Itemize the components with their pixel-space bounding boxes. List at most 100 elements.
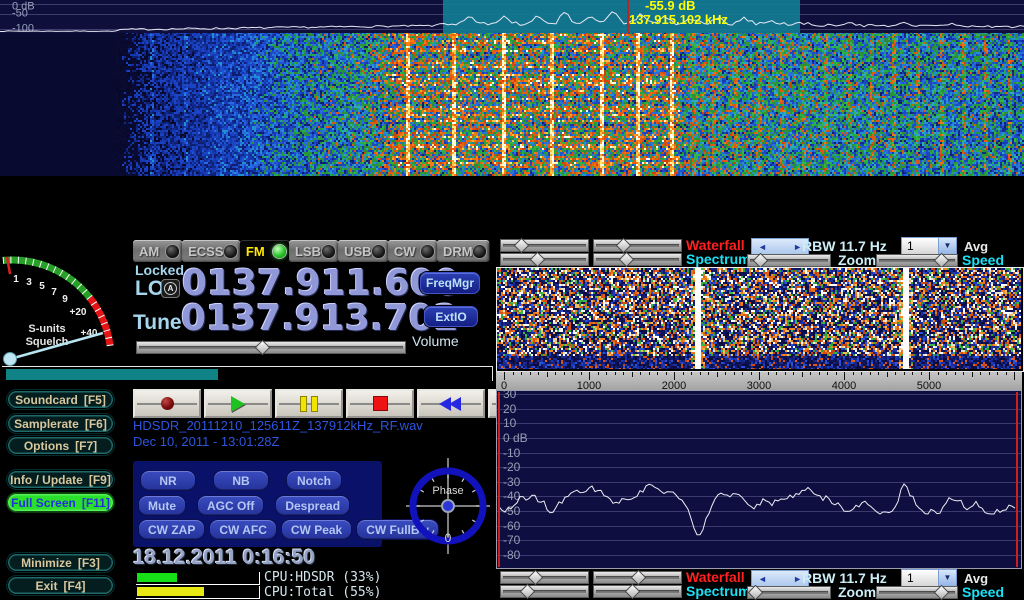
mode-button-fm[interactable]: FM: [240, 240, 289, 262]
ruler-tick: [861, 372, 862, 375]
lo-auto-icon: A: [164, 282, 177, 295]
ruler-tick: [887, 372, 888, 377]
ruler-tick: [912, 372, 913, 375]
avg-dropdown-value: 1: [902, 238, 938, 255]
stop-button[interactable]: [346, 389, 414, 418]
dsp-button-cw-zap[interactable]: CW ZAP: [138, 519, 205, 540]
volume-slider[interactable]: [136, 341, 406, 354]
audio-frequency-ruler[interactable]: 010002000300040005000: [496, 371, 1022, 392]
tune-label: Tune: [133, 311, 182, 335]
dsp-button-mute[interactable]: Mute: [138, 495, 186, 516]
zoom-label: Zoom: [838, 252, 876, 268]
spectrum-gain-slider-top-thumb[interactable]: [530, 252, 546, 268]
stepper-right-icon[interactable]: ►: [793, 574, 802, 584]
dsp-button-cw-afc[interactable]: CW AFC: [209, 519, 277, 540]
s-meter-tick-label: 5: [39, 281, 45, 292]
cpu-hdsdr-text: CPU:HDSDR (33%): [264, 570, 381, 585]
speed-label: Speed: [962, 252, 1004, 268]
record-button[interactable]: [133, 389, 201, 418]
mode-button-am[interactable]: AM: [133, 240, 182, 262]
ruler-tick: [836, 372, 837, 375]
s-meter[interactable]: 1 3 5 7 9 +20 +40 S-units Squelch: [2, 237, 132, 369]
stepper-left-icon[interactable]: ◄: [758, 574, 767, 584]
ruler-tick: [649, 372, 650, 375]
filter-edge-right[interactable]: [1016, 392, 1018, 567]
dsp-button-cw-peak[interactable]: CW Peak: [281, 519, 352, 540]
dsp-button-agc-off[interactable]: AGC Off: [197, 495, 264, 516]
audio-waterfall-display[interactable]: [497, 268, 1021, 369]
menu-button-minimize[interactable]: Minimize[F3]: [7, 553, 114, 572]
menu-button-full-screen[interactable]: Full Screen[F11]: [7, 493, 114, 512]
zoom-slider-top-thumb[interactable]: [752, 253, 768, 269]
menu-button-soundcard[interactable]: Soundcard[F5]: [7, 390, 114, 409]
tune-frequency-display[interactable]: 0137.913.702: [181, 301, 459, 337]
audio-spectrum-display[interactable]: 3020100 dB-10-20-30-40-50-60-70-80: [496, 390, 1022, 569]
cursor-frequency-readout: 137.915.102 kHz: [629, 12, 728, 27]
rewind-button[interactable]: [417, 389, 485, 418]
rf-spectrum-overview[interactable]: 0 dB-50-100-55.9 dB137.915.102 kHz: [0, 0, 1024, 33]
waterfall-contrast-slider-top[interactable]: [593, 239, 682, 252]
mode-button-usb[interactable]: USB: [338, 240, 387, 262]
ruler-tick: [827, 372, 828, 375]
dsp-button-notch[interactable]: Notch: [286, 470, 342, 491]
menu-button-info-update[interactable]: Info / Update[F9]: [7, 470, 114, 489]
zoom-slider-bottom[interactable]: [747, 586, 831, 599]
freqmgr-button[interactable]: FreqMgr: [420, 272, 480, 294]
zoom-slider-bottom-thumb[interactable]: [748, 585, 764, 600]
waterfall-brightness-slider-top-thumb[interactable]: [513, 238, 529, 254]
play-button[interactable]: [204, 389, 272, 418]
spectrum-gain-slider-bottom-thumb[interactable]: [520, 584, 536, 600]
ruler-tick: [691, 372, 692, 375]
waterfall-contrast-slider-top-thumb[interactable]: [615, 238, 631, 254]
mode-button-label: LSB: [295, 244, 321, 259]
lo-auto-button[interactable]: A: [161, 279, 180, 298]
menu-button-exit[interactable]: Exit[F4]: [7, 576, 114, 595]
dsp-button-nb[interactable]: NB: [213, 470, 269, 491]
filter-edge-left[interactable]: [498, 392, 500, 567]
spectrum-tab-label[interactable]: Spectrum: [686, 251, 751, 267]
menu-button-label: Full Screen: [11, 496, 76, 510]
speed-slider-top[interactable]: [876, 254, 958, 267]
spectrum-range-slider-bottom[interactable]: [593, 585, 682, 598]
stepper-left-icon[interactable]: ◄: [758, 242, 767, 252]
ruler-tick: [1006, 372, 1007, 375]
audio-spectrum-trace: [497, 391, 1021, 568]
ruler-tick: [717, 372, 718, 377]
playback-progress-track[interactable]: [2, 366, 493, 381]
mode-button-cw[interactable]: CW: [388, 240, 437, 262]
ruler-tick: [989, 372, 990, 375]
spectrum-range-slider-top[interactable]: [593, 253, 682, 266]
mode-button-lsb[interactable]: LSB: [289, 240, 338, 262]
speed-slider-bottom[interactable]: [876, 586, 958, 599]
stepper-right-icon[interactable]: ►: [793, 242, 802, 252]
volume-slider-thumb[interactable]: [255, 340, 271, 356]
mode-button-ecss[interactable]: ECSS: [182, 240, 239, 262]
menu-button-fkey: [F3]: [78, 556, 100, 570]
dsp-button-nr[interactable]: NR: [140, 470, 196, 491]
menu-button-options[interactable]: Options[F7]: [7, 436, 114, 455]
waterfall-brightness-slider-top[interactable]: [500, 239, 589, 252]
speed-slider-bottom-thumb[interactable]: [934, 585, 950, 600]
waterfall-brightness-slider-bottom[interactable]: [500, 571, 589, 584]
spectrum-tab-label[interactable]: Spectrum: [686, 583, 751, 599]
speed-slider-top-thumb[interactable]: [934, 253, 950, 269]
zoom-slider-top[interactable]: [747, 254, 831, 267]
pause-icon: [300, 396, 318, 412]
pause-button[interactable]: [275, 389, 343, 418]
mode-led-icon: [224, 245, 237, 258]
phase-label: Phase: [432, 485, 463, 497]
menu-button-samplerate[interactable]: Samplerate[F6]: [7, 414, 114, 433]
spectrum-range-slider-top-thumb[interactable]: [619, 252, 635, 268]
mode-button-label: AM: [139, 244, 159, 259]
waterfall-brightness-slider-bottom-thumb[interactable]: [527, 570, 543, 586]
waterfall-contrast-slider-bottom[interactable]: [593, 571, 682, 584]
spectrum-range-slider-bottom-thumb[interactable]: [624, 584, 640, 600]
dsp-row: Mute AGC Off Despread: [138, 495, 350, 516]
extio-button[interactable]: ExtIO: [424, 306, 478, 327]
spectrum-gain-slider-bottom[interactable]: [500, 585, 589, 598]
ruler-tick: [785, 372, 786, 375]
lo-frequency-display[interactable]: 0137.911.600: [182, 266, 460, 302]
spectrum-gain-slider-top[interactable]: [500, 253, 589, 266]
mode-button-drm[interactable]: DRM: [437, 240, 489, 262]
dsp-button-despread[interactable]: Despread: [275, 495, 350, 516]
